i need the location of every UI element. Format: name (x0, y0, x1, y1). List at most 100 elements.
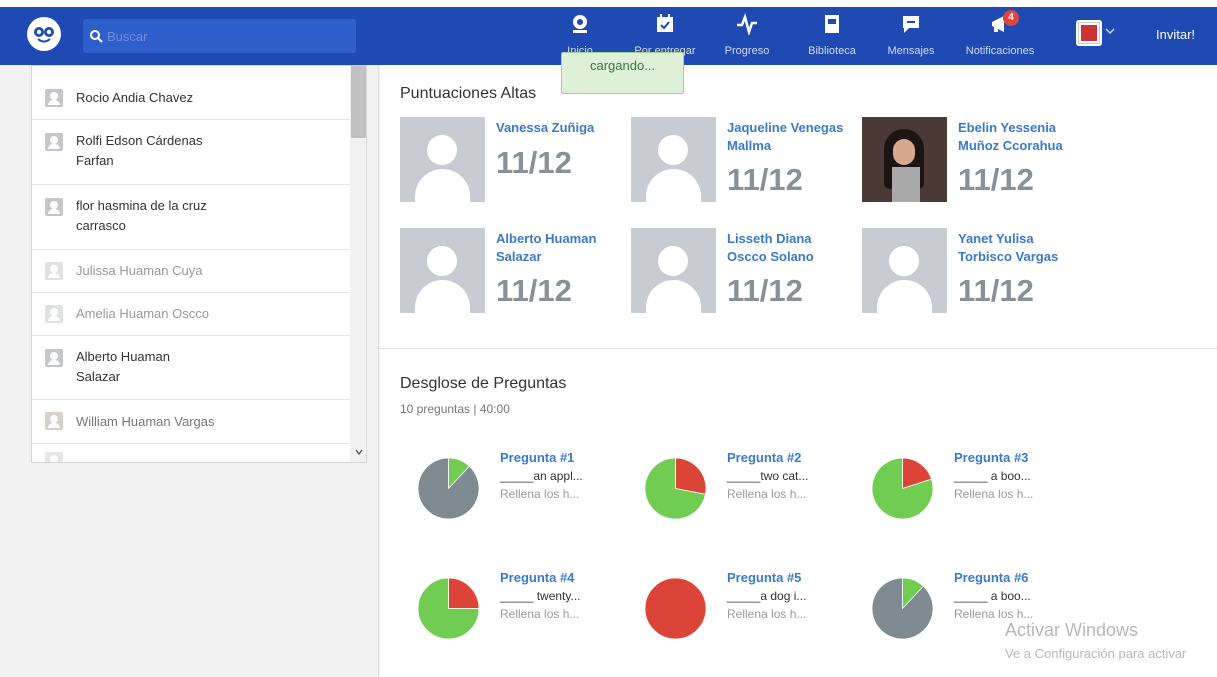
question-title[interactable]: Pregunta #1 (500, 450, 574, 465)
top-strip (0, 0, 1217, 7)
question-pie-chart (644, 457, 707, 520)
question-title[interactable]: Pregunta #6 (954, 570, 1028, 585)
student-list: Rocio Andia Chavez Rolfi Edson Cárdenas … (31, 65, 367, 463)
user-icon (45, 305, 63, 323)
score-value: 11/12 (727, 162, 803, 197)
question-text: _____an appl... (500, 469, 583, 483)
question-card[interactable]: Pregunta #1 _____an appl... Rellena los … (400, 450, 615, 520)
student-item[interactable]: Alberto Huaman Salazar (32, 336, 350, 400)
invite-link[interactable]: Invitar! (1156, 27, 1195, 42)
pie-slice-incorrect (644, 577, 707, 640)
avatar-placeholder-icon (400, 117, 485, 202)
home-icon (573, 15, 587, 33)
avatar-placeholder-icon (631, 117, 716, 202)
score-value: 11/12 (496, 273, 572, 308)
loading-toast: cargando... (561, 52, 684, 94)
pulse-icon (737, 13, 757, 35)
breakdown-title: Desglose de Preguntas (400, 375, 567, 392)
question-pie-chart (417, 577, 480, 640)
pie-slice-unanswered (417, 457, 480, 520)
question-card[interactable]: Pregunta #5 _____a dog i... Rellena los … (627, 570, 842, 640)
user-icon (45, 262, 63, 280)
student-name: Amelia Huaman Oscco (76, 306, 209, 321)
question-title[interactable]: Pregunta #4 (500, 570, 574, 585)
question-type: Rellena los h... (500, 607, 580, 621)
student-name: Ebelin Yessenia Muñoz Ccorahua (958, 120, 1063, 153)
question-type: Rellena los h... (500, 487, 580, 501)
question-title[interactable]: Pregunta #2 (727, 450, 801, 465)
nav-biblioteca[interactable]: Biblioteca (806, 13, 858, 61)
score-value: 11/12 (727, 273, 803, 308)
question-type: Rellena los h... (727, 487, 807, 501)
question-pie-chart (871, 577, 934, 640)
question-text: _____ a boo... (954, 469, 1031, 483)
score-value: 11/12 (958, 162, 1034, 197)
student-name: William Huaman Vargas (76, 414, 215, 429)
pie-slice-incorrect (448, 577, 480, 609)
question-text: _____a dog i... (727, 589, 807, 603)
student-name: Julissa Huaman Cuya (76, 263, 203, 278)
main-content: Puntuaciones Altas Vanessa Zuñiga 11/12 … (380, 65, 1217, 677)
question-text: _____ twenty... (500, 589, 581, 603)
question-text: _____ a boo... (954, 589, 1031, 603)
score-card[interactable]: Lisseth Diana Oscco Solano 11/12 (631, 228, 853, 314)
user-icon (45, 133, 63, 151)
student-item[interactable]: William Huaman Vargas (32, 400, 350, 444)
search-input[interactable] (107, 28, 347, 44)
question-card[interactable]: Pregunta #3 _____ a boo... Rellena los h… (854, 450, 1069, 520)
chevron-down-icon[interactable] (1105, 26, 1115, 36)
student-item-partial[interactable] (32, 444, 350, 462)
nav-label: Biblioteca (808, 45, 856, 57)
user-icon (45, 198, 63, 216)
nav-progreso[interactable]: Progreso (722, 13, 772, 61)
student-item[interactable]: Amelia Huaman Oscco (32, 293, 350, 336)
high-scores-title: Puntuaciones Altas (400, 85, 537, 102)
avatar-placeholder-icon (400, 228, 485, 313)
avatar-placeholder-icon (631, 228, 716, 313)
user-icon (45, 412, 63, 430)
book-icon (825, 15, 839, 33)
question-title[interactable]: Pregunta #5 (727, 570, 801, 585)
user-icon (45, 349, 63, 367)
nav-notificaciones[interactable]: 4 Notificaciones (962, 10, 1038, 61)
notification-badge: 4 (1003, 10, 1019, 26)
student-item[interactable]: flor hasmina de la cruz carrasco (32, 185, 350, 250)
student-item[interactable]: Rolfi Edson Cárdenas Farfan (32, 120, 350, 185)
logo-icon[interactable] (27, 17, 61, 51)
student-name: Jaqueline Venegas Mallma (727, 120, 844, 153)
score-card[interactable]: Jaqueline Venegas Mallma 11/12 (631, 117, 853, 203)
question-title[interactable]: Pregunta #3 (954, 450, 1028, 465)
student-name: Lisseth Diana Oscco Solano (727, 231, 814, 264)
student-photo (862, 117, 947, 202)
avatar-placeholder-icon (862, 228, 947, 313)
question-pie-chart (644, 577, 707, 640)
student-name: flor hasmina de la cruz carrasco (76, 198, 207, 233)
score-card[interactable]: Alberto Huaman Salazar 11/12 (400, 228, 622, 314)
list-scrollbar[interactable] (350, 66, 366, 462)
question-card[interactable]: Pregunta #2 _____two cat... Rellena los … (627, 450, 842, 520)
chevron-down-icon[interactable] (354, 447, 364, 457)
score-card[interactable]: Yanet Yulisa Torbisco Vargas 11/12 (862, 228, 1084, 314)
user-icon (45, 452, 63, 462)
score-card[interactable]: Ebelin Yessenia Muñoz Ccorahua 11/12 (862, 117, 1084, 203)
windows-activation-watermark: Activar Windows (1005, 620, 1139, 640)
score-value: 11/12 (496, 145, 572, 180)
student-name: Vanessa Zuñiga (496, 120, 595, 135)
search-box[interactable] (83, 19, 356, 53)
nav-mensajes[interactable]: Mensajes (886, 13, 936, 61)
left-sidebar: Rocio Andia Chavez Rolfi Edson Cárdenas … (0, 65, 379, 677)
calendar-check-icon (657, 14, 673, 32)
student-item[interactable]: Rocio Andia Chavez (32, 76, 350, 120)
student-item[interactable]: Julissa Huaman Cuya (32, 250, 350, 293)
chat-icon (903, 16, 919, 33)
pie-slice-incorrect (675, 457, 707, 495)
windows-activation-hint: Ve a Configuración para activar (1005, 646, 1187, 661)
scrollbar-thumb[interactable] (351, 66, 366, 138)
question-type: Rellena los h... (727, 607, 807, 621)
user-avatar[interactable] (1076, 20, 1102, 46)
score-card[interactable]: Vanessa Zuñiga 11/12 (400, 117, 622, 203)
nav-label: Mensajes (887, 45, 935, 57)
question-card[interactable]: Pregunta #4 _____ twenty... Rellena los … (400, 570, 615, 640)
question-pie-chart (871, 457, 934, 520)
section-divider (380, 348, 1217, 349)
